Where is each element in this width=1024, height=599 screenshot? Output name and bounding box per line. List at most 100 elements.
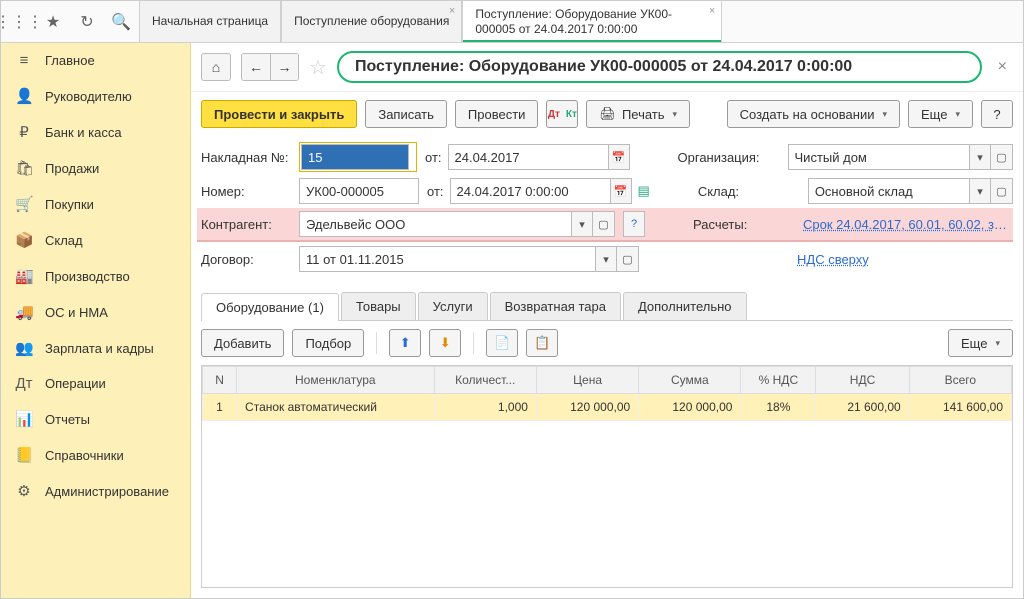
close-icon[interactable]: × [992,58,1013,76]
apps-icon[interactable]: ⋮⋮⋮ [9,12,29,32]
calendar-icon[interactable]: 📅 [608,144,630,170]
ot-label-2: от: [427,184,444,199]
sidebar-item-label: Производство [45,269,130,284]
column-header[interactable]: НДС [816,367,909,394]
calendar-icon-2[interactable]: 📅 [610,178,632,204]
sidebar-item[interactable]: 🚚ОС и НМА [1,294,190,330]
post-and-close-button[interactable]: Провести и закрыть [201,100,357,128]
column-header[interactable]: N [203,367,237,394]
sidebar-item-label: Продажи [45,161,99,176]
sidebar-item[interactable]: ⚙Администрирование [1,473,190,509]
write-button[interactable]: Записать [365,100,447,128]
window-tab[interactable]: Поступление: Оборудование УК00-000005 от… [462,1,722,42]
tab-close-icon[interactable]: × [449,5,455,17]
detail-tab[interactable]: Товары [341,292,416,320]
more-button[interactable]: Еще▾ [908,100,973,128]
move-down-button[interactable]: ⬇ [429,329,461,357]
print-button[interactable]: 🖨 Печать▾ [586,100,690,128]
paste-button[interactable]: 📋 [526,329,558,357]
nav-forward-button[interactable]: → [270,54,298,80]
column-header[interactable]: Всего [909,367,1011,394]
column-header[interactable]: Сумма [639,367,741,394]
sklad-dropdown-icon[interactable]: ▾ [969,178,991,204]
sidebar-item-icon: 📦 [15,231,33,249]
sidebar-item[interactable]: 🛍 Продажи [1,150,190,186]
sidebar-item-icon: 📒 [15,446,33,464]
sidebar-item[interactable]: 👥Зарплата и кадры [1,330,190,366]
search-icon[interactable]: 🔍 [111,12,131,32]
org-select[interactable]: Чистый дом [788,144,969,170]
dtkt-button[interactable]: ДтКт [546,100,578,128]
dogovor-label: Договор: [201,252,291,267]
detail-tab[interactable]: Оборудование (1) [201,293,339,321]
sidebar-item-label: Операции [45,376,106,391]
favorite-toggle[interactable]: ☆ [309,55,327,80]
sidebar-item[interactable]: 📒 Справочники [1,437,190,473]
items-table: NНоменклатураКоличест...ЦенаСумма% НДСНД… [201,365,1013,588]
add-row-button[interactable]: Добавить [201,329,284,357]
tab-close-icon[interactable]: × [709,5,715,17]
posted-flag-icon: ▤ [638,183,650,199]
window-tab[interactable]: Поступление оборудования× [281,1,462,42]
detail-tab[interactable]: Дополнительно [623,292,747,320]
calc-link[interactable]: Срок 24.04.2017, 60.01, 60.02, зачет ... [803,217,1013,232]
table-toolbar: Добавить Подбор ⬆ ⬇ 📄 📋 Еще▾ [191,321,1023,365]
sidebar-item-label: Справочники [45,448,124,463]
sklad-select[interactable]: Основной склад [808,178,969,204]
dogovor-open-icon[interactable]: ▢ [617,246,639,272]
move-up-button[interactable]: ⬆ [389,329,421,357]
column-header[interactable]: Количест... [434,367,536,394]
sidebar-item-label: ОС и НМА [45,305,108,320]
kontragent-select[interactable]: Эдельвейс ООО [299,211,571,237]
table-more-button[interactable]: Еще▾ [948,329,1013,357]
sidebar-item-icon: ≡ [15,52,33,69]
nomer-datetime-input[interactable]: 24.04.2017 0:00:00 [450,178,610,204]
nds-mode-link[interactable]: НДС сверху [797,252,869,267]
sidebar-item[interactable]: 🏭 Производство [1,258,190,294]
detail-tab[interactable]: Возвратная тара [490,292,621,320]
column-header[interactable]: Цена [536,367,638,394]
create-based-on-button[interactable]: Создать на основании▾ [727,100,900,128]
sklad-label: Склад: [698,184,798,199]
sidebar-item[interactable]: 👤Руководителю [1,78,190,114]
star-icon[interactable]: ★ [43,12,63,32]
sidebar-item[interactable]: 📦Склад [1,222,190,258]
window-tab[interactable]: Начальная страница [139,1,281,42]
nakladnaya-date-input[interactable]: 24.04.2017 [448,144,608,170]
pick-button[interactable]: Подбор [292,329,364,357]
sidebar-item-icon: 🛍 [15,159,33,177]
help-button[interactable]: ? [981,100,1013,128]
sidebar-item-label: Администрирование [45,484,169,499]
top-bar: ⋮⋮⋮ ★ ↻ 🔍 Начальная страницаПоступление … [1,1,1023,43]
org-open-icon[interactable]: ▢ [991,144,1013,170]
copy-button[interactable]: 📄 [486,329,518,357]
detail-tab[interactable]: Услуги [418,292,488,320]
sidebar-item-icon: 🏭 [15,267,33,285]
sidebar-item[interactable]: 🛒Покупки [1,186,190,222]
sidebar-item[interactable]: ≡Главное [1,43,190,78]
org-dropdown-icon[interactable]: ▾ [969,144,991,170]
kontragent-dropdown-icon[interactable]: ▾ [571,211,593,237]
nomer-input[interactable]: УК00-000005 [299,178,419,204]
sidebar-nav: ≡Главное👤Руководителю₽Банк и касса 🛍 Прода… [1,43,191,598]
sidebar-item[interactable]: ₽Банк и касса [1,114,190,150]
home-button[interactable]: ⌂ [201,53,231,81]
sidebar-item-icon: Дт [15,375,33,392]
column-header[interactable]: Номенклатура [237,367,434,394]
post-button[interactable]: Провести [455,100,539,128]
tab-label: Поступление: Оборудование УК00-000005 от… [475,7,709,37]
nav-back-button[interactable]: ← [242,54,270,80]
kontragent-open-icon[interactable]: ▢ [593,211,615,237]
form-area: Накладная №: 15 от: 24.04.2017 📅 Организ… [191,136,1023,286]
table-row[interactable]: 1Станок автоматический1,000120 000,00120… [203,394,1012,421]
sklad-open-icon[interactable]: ▢ [991,178,1013,204]
sidebar-item-label: Зарплата и кадры [45,341,154,356]
dogovor-select[interactable]: 11 от 01.11.2015 [299,246,595,272]
dogovor-dropdown-icon[interactable]: ▾ [595,246,617,272]
column-header[interactable]: % НДС [741,367,816,394]
kontragent-help-icon[interactable]: ? [623,211,645,237]
nakladnaya-input[interactable]: 15 [301,144,409,170]
sidebar-item[interactable]: 📊Отчеты [1,401,190,437]
history-icon[interactable]: ↻ [77,12,97,32]
sidebar-item[interactable]: Дт Операции [1,366,190,401]
